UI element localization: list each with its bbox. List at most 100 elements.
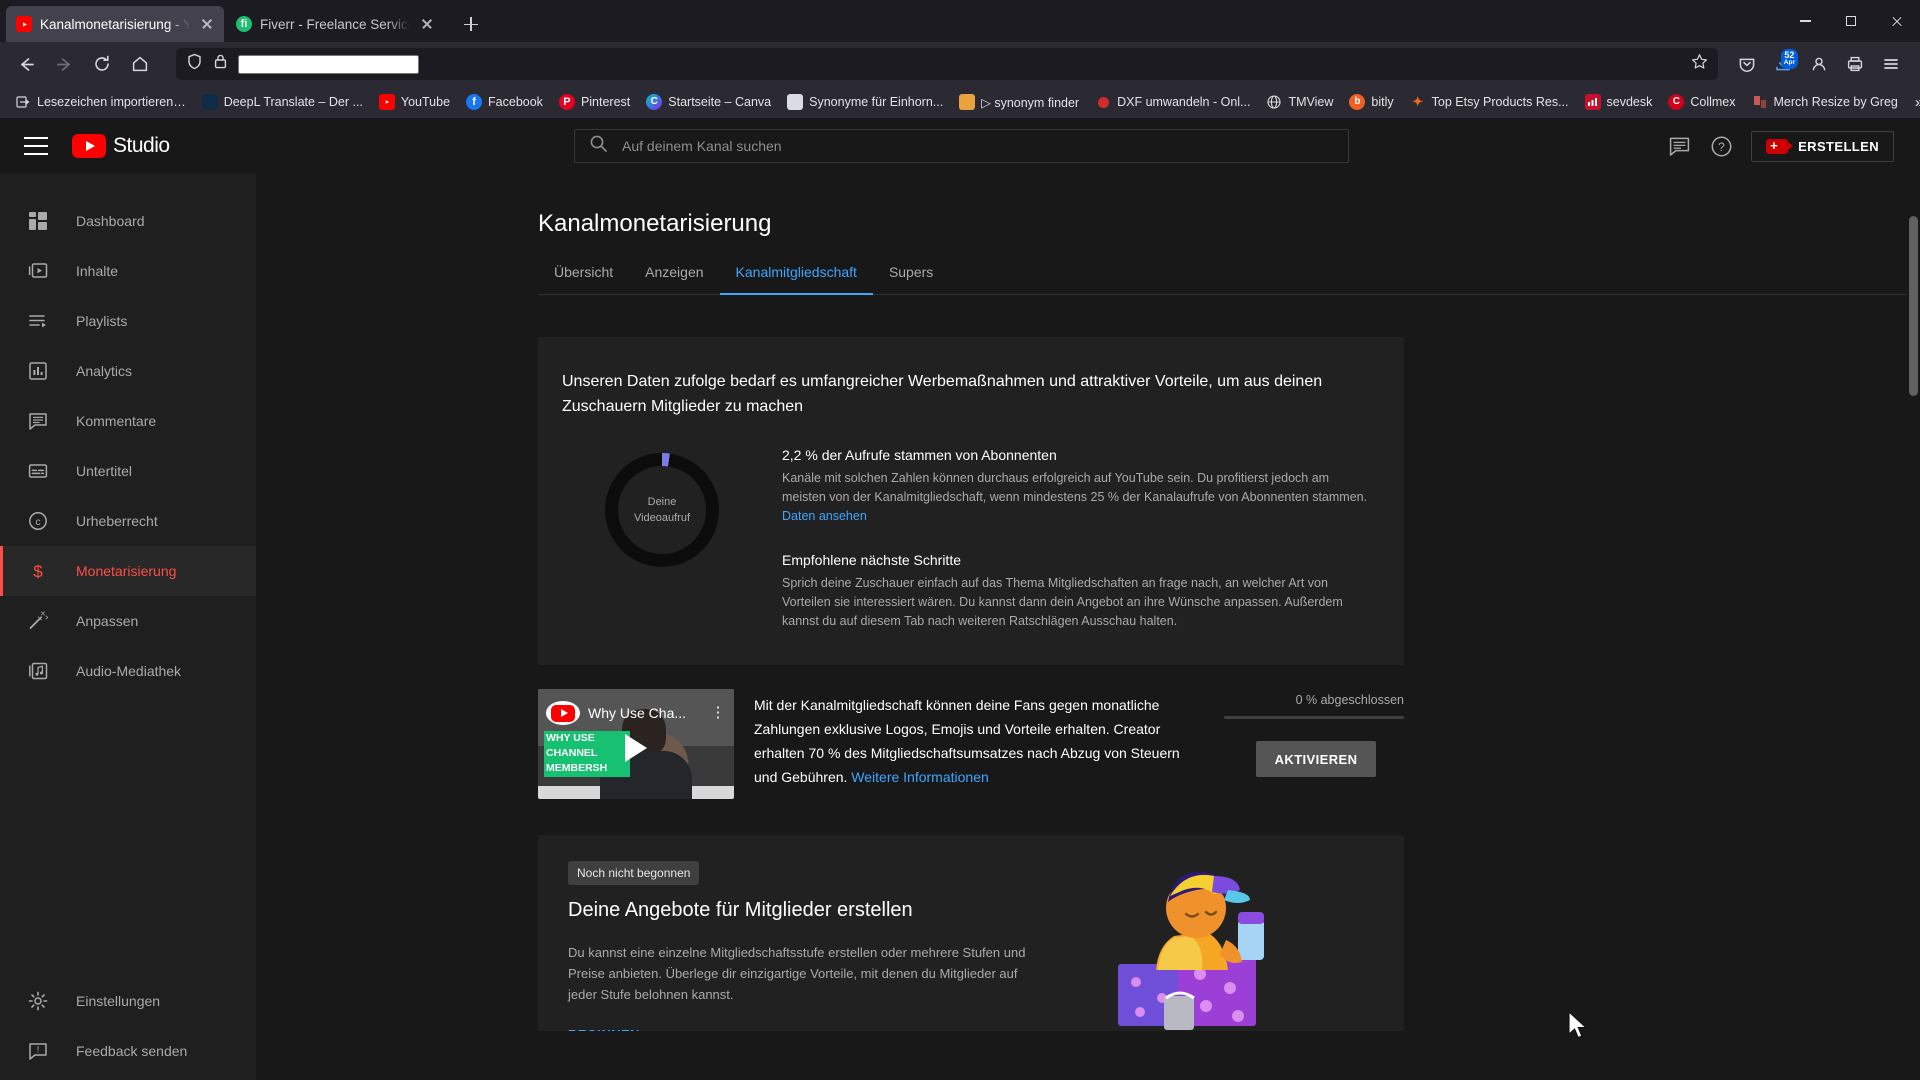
sidebar-item-kommentare[interactable]: Kommentare <box>0 396 256 446</box>
etsy-icon: ✦ <box>1412 94 1424 109</box>
audio-library-icon <box>26 659 50 683</box>
help-icon[interactable]: ? <box>1709 134 1733 158</box>
play-icon[interactable] <box>625 734 647 763</box>
channel-search-box[interactable] <box>574 129 1349 163</box>
sidebar-item-analytics[interactable]: Analytics <box>0 346 256 396</box>
navigation-toolbar: 52 Apr <box>0 42 1920 86</box>
begin-button[interactable]: BEGINNEN <box>568 1027 640 1031</box>
svg-text:!: ! <box>37 1045 40 1055</box>
bookmark-item[interactable]: f Facebook <box>459 91 550 113</box>
bookmark-item[interactable]: TMView <box>1259 91 1340 113</box>
close-icon[interactable] <box>1874 0 1920 42</box>
feedback-icon[interactable] <box>1667 134 1691 158</box>
close-icon[interactable] <box>198 15 216 33</box>
minimize-icon[interactable] <box>1782 0 1828 42</box>
learn-more-link[interactable]: Weitere Informationen <box>851 769 988 785</box>
hamburger-icon[interactable] <box>24 137 48 155</box>
progress-bar <box>1224 716 1404 719</box>
person-with-gifts-illustration <box>1118 871 1264 1030</box>
bookmark-item[interactable]: Lesezeichen importieren… <box>8 91 193 113</box>
sidebar-item-urheberrecht[interactable]: c Urheberrecht <box>0 496 256 546</box>
activate-button[interactable]: AKTIVIEREN <box>1256 741 1376 777</box>
bookmark-item[interactable]: b bitly <box>1342 91 1400 113</box>
svg-text:?: ? <box>1718 140 1725 154</box>
bookmark-item[interactable]: YouTube <box>372 91 457 113</box>
youtube-icon <box>16 16 32 32</box>
donut-chart: Deine Videoaufruf <box>562 445 762 631</box>
pinterest-icon: P <box>558 94 575 110</box>
steps-heading: Empfohlene nächste Schritte <box>782 552 961 568</box>
sidebar: Dashboard Inhalte Playlists Analytics Ko… <box>0 174 256 1080</box>
bookmark-label: TMView <box>1288 95 1334 109</box>
sidebar-item-feedback[interactable]: ! Feedback senden <box>0 1026 256 1076</box>
tab-uebersicht[interactable]: Übersicht <box>538 264 629 294</box>
address-bar[interactable] <box>176 48 1718 80</box>
menu-icon[interactable] <box>1874 48 1908 80</box>
dollar-icon: $ <box>26 559 50 583</box>
donut-label: Deine Videoaufruf <box>633 496 691 524</box>
more-vertical-icon[interactable]: ⋮ <box>710 705 726 720</box>
bookmark-item[interactable]: C Startseite – Canva <box>639 91 778 113</box>
reload-icon[interactable] <box>84 48 120 80</box>
create-button-label: ERSTELLEN <box>1798 138 1879 154</box>
page-scrollbar[interactable] <box>1906 174 1920 1080</box>
bookmark-item[interactable]: DXF umwandeln - Onl... <box>1088 91 1257 113</box>
bookmark-item[interactable]: ✦ Top Etsy Products Res... <box>1403 91 1576 113</box>
analytics-bar-icon <box>26 359 50 383</box>
insight-title: Unseren Daten zufolge bedarf es umfangre… <box>562 373 1323 415</box>
bookmark-item[interactable]: P Pinterest <box>552 91 637 113</box>
copyright-icon: c <box>26 509 50 533</box>
bookmark-item[interactable]: sevdesk <box>1578 91 1660 113</box>
star-icon[interactable] <box>1691 53 1708 75</box>
bookmark-item[interactable]: ▷ synonym finder <box>952 91 1086 113</box>
sidebar-item-einstellungen[interactable]: Einstellungen <box>0 976 256 1026</box>
playlist-icon <box>26 309 50 333</box>
sidebar-item-playlists[interactable]: Playlists <box>0 296 256 346</box>
scrollbar-thumb[interactable] <box>1909 216 1918 396</box>
sidebar-item-untertitel[interactable]: Untertitel <box>0 446 256 496</box>
sidebar-item-label: Untertitel <box>76 463 133 479</box>
studio-logo[interactable]: Studio <box>72 134 170 158</box>
forward-arrow-icon[interactable] <box>46 48 82 80</box>
sidebar-bottom-nav: Einstellungen ! Feedback senden <box>0 976 256 1080</box>
url-input[interactable] <box>238 54 419 74</box>
sidebar-item-anpassen[interactable]: ✕ ✕ ✕ Anpassen <box>0 596 256 646</box>
bookmark-item[interactable]: C Collmex <box>1661 91 1742 113</box>
studio-wordmark: Studio <box>113 134 170 157</box>
search-input[interactable] <box>622 138 1334 154</box>
home-icon[interactable] <box>122 48 158 80</box>
collmex-icon: C <box>1668 94 1685 110</box>
promo-video-thumbnail[interactable]: WHY USE CHANNEL MEMBERSH Why Use Cha... … <box>538 689 734 799</box>
close-icon[interactable] <box>418 15 436 33</box>
steps-body: Sprich deine Zuschauer einfach auf das T… <box>782 576 1343 628</box>
bookmarks-overflow-button[interactable]: » <box>1907 94 1920 111</box>
view-data-link[interactable]: Daten ansehen <box>782 509 867 523</box>
back-arrow-icon[interactable] <box>8 48 44 80</box>
page-title: Kanalmonetarisierung <box>538 210 772 237</box>
browser-tab-fiverr[interactable]: fi Fiverr - Freelance Services Mark <box>226 6 444 42</box>
pocket-icon[interactable] <box>1730 48 1764 80</box>
bookmark-item[interactable]: Merch Resize by Greg <box>1745 91 1905 113</box>
downloads-icon[interactable]: 52 Apr <box>1766 48 1800 80</box>
svg-text:$: $ <box>33 562 43 581</box>
print-icon[interactable] <box>1838 48 1872 80</box>
sidebar-item-dashboard[interactable]: Dashboard <box>0 196 256 246</box>
sidebar-item-monetarisierung[interactable]: $ Monetarisierung <box>0 546 256 596</box>
tab-supers[interactable]: Supers <box>873 264 949 294</box>
maximize-icon[interactable] <box>1828 0 1874 42</box>
tab-anzeigen[interactable]: Anzeigen <box>629 264 719 294</box>
new-tab-button[interactable] <box>454 7 488 41</box>
sidebar-item-audio-mediathek[interactable]: Audio-Mediathek <box>0 646 256 696</box>
create-button[interactable]: ERSTELLEN <box>1751 130 1894 162</box>
shield-icon[interactable] <box>186 53 203 75</box>
bookmark-item[interactable]: DeepL Translate – Der ... <box>195 91 370 113</box>
bookmark-item[interactable]: Synonyme für Einhorn... <box>780 91 950 113</box>
lock-icon[interactable] <box>213 53 228 75</box>
tab-kanalmitgliedschaft[interactable]: Kanalmitgliedschaft <box>719 264 874 295</box>
studio-header: Studio ? ERSTELLEN <box>0 118 1920 174</box>
account-icon[interactable] <box>1802 48 1836 80</box>
sidebar-item-inhalte[interactable]: Inhalte <box>0 246 256 296</box>
svg-text:✕: ✕ <box>45 615 49 622</box>
bookmark-label: YouTube <box>400 95 451 109</box>
browser-tab-youtube[interactable]: Kanalmonetarisierung - YouTub <box>6 6 224 42</box>
